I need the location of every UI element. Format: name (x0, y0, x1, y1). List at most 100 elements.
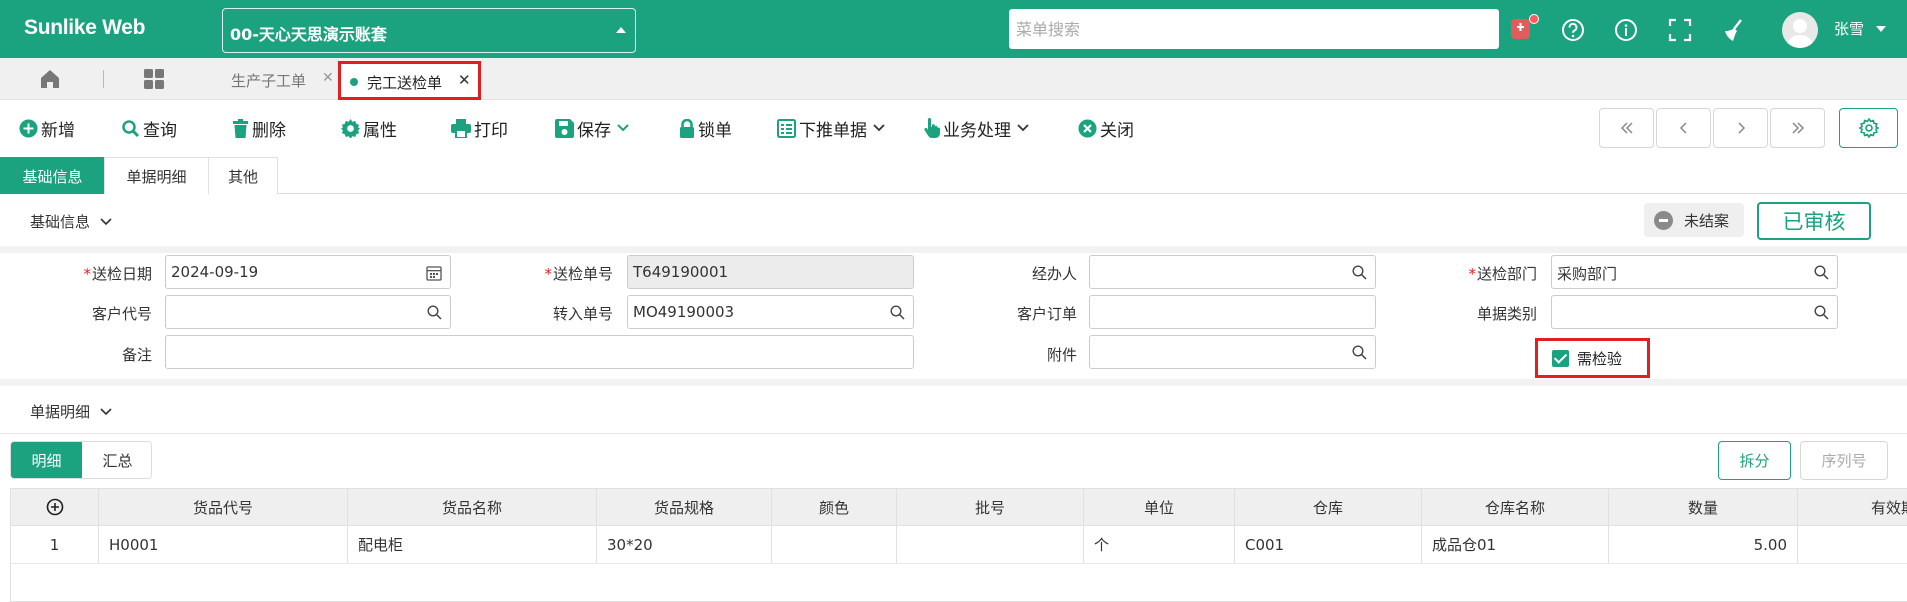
date-field[interactable]: 2024-09-19 (165, 255, 451, 289)
search-icon[interactable] (427, 305, 442, 320)
detail-grid: 货品代号 货品名称 货品规格 颜色 批号 单位 仓库 仓库名称 数量 有效期 1… (10, 488, 1907, 602)
column-header[interactable]: 颜色 (772, 489, 897, 525)
column-header[interactable]: 有效期 (1798, 489, 1907, 525)
row-number: 1 (11, 526, 99, 563)
chevron-down-icon[interactable] (617, 124, 629, 132)
search-icon[interactable] (1814, 305, 1829, 320)
column-header[interactable]: 数量 (1609, 489, 1798, 525)
note-field[interactable] (165, 335, 914, 369)
detail-header[interactable]: 单据明细 (30, 401, 112, 422)
active-dot-icon (350, 78, 358, 86)
lock-button[interactable]: 锁单 (679, 116, 732, 141)
document-type-field[interactable] (1551, 295, 1838, 329)
previous-record-button[interactable] (1656, 108, 1711, 148)
push-down-button[interactable]: 下推单据 (777, 116, 888, 141)
double-chevron-left-icon (1620, 122, 1633, 134)
search-icon[interactable] (1814, 265, 1829, 280)
plus-circle-icon[interactable] (46, 498, 64, 516)
close-icon[interactable]: ✕ (322, 70, 334, 86)
cell-warehouse-name[interactable]: 成品仓01 (1422, 526, 1609, 563)
cell-warehouse[interactable]: C001 (1235, 526, 1422, 563)
grid-header: 货品代号 货品名称 货品规格 颜色 批号 单位 仓库 仓库名称 数量 有效期 (11, 489, 1907, 526)
subtab-summary[interactable]: 汇总 (82, 442, 151, 478)
search-icon[interactable] (890, 305, 905, 320)
delete-button[interactable]: 删除 (232, 116, 286, 141)
customer-order-field[interactable] (1089, 295, 1376, 329)
status-unclosed-badge: 未结案 (1644, 203, 1744, 237)
user-name[interactable]: 张雪 (1834, 18, 1864, 39)
column-header[interactable]: 仓库 (1235, 489, 1422, 525)
account-selector[interactable]: 00-天心天思演示账套 (222, 8, 636, 53)
inspection-no-field: T649190001 (627, 255, 914, 289)
date-label: *送检日期 (83, 265, 152, 283)
chevron-right-icon (1737, 122, 1745, 134)
serial-number-button[interactable]: 序列号 (1800, 441, 1888, 480)
tab-production-suborder[interactable]: 生产子工单 (231, 70, 306, 91)
column-header[interactable]: 单位 (1084, 489, 1235, 525)
caret-down-icon[interactable] (1876, 26, 1886, 32)
search-icon[interactable] (1352, 265, 1367, 280)
column-header[interactable]: 货品代号 (99, 489, 348, 525)
query-button[interactable]: 查询 (121, 116, 177, 141)
chevron-down-icon[interactable] (1017, 124, 1029, 132)
source-no-label: 转入单号 (552, 305, 613, 323)
cell-name[interactable]: 配电柜 (348, 526, 597, 563)
settings-button[interactable] (1839, 108, 1898, 148)
cell-batch[interactable] (897, 526, 1084, 563)
double-chevron-right-icon (1791, 122, 1804, 134)
home-icon[interactable] (39, 68, 61, 90)
section-divider (0, 246, 1907, 253)
save-button[interactable]: 保存 (555, 116, 632, 141)
column-header[interactable]: 仓库名称 (1422, 489, 1609, 525)
cell-unit[interactable]: 个 (1084, 526, 1235, 563)
cell-color[interactable] (772, 526, 897, 563)
close-button[interactable]: 关闭 (1078, 116, 1134, 141)
subtab-detail[interactable]: 明细 (11, 442, 82, 478)
last-record-button[interactable] (1770, 108, 1825, 148)
tab-other[interactable]: 其他 (208, 157, 278, 194)
handler-field[interactable] (1089, 255, 1376, 289)
department-field[interactable]: 采购部门 (1551, 255, 1838, 289)
split-button[interactable]: 拆分 (1718, 441, 1791, 480)
properties-button[interactable]: 属性 (341, 116, 397, 141)
broom-icon[interactable] (1721, 17, 1747, 43)
column-header[interactable]: 批号 (897, 489, 1084, 525)
column-header[interactable]: 货品规格 (597, 489, 772, 525)
print-button[interactable]: 打印 (451, 116, 508, 141)
add-row-cell[interactable] (11, 489, 99, 525)
tab-document-details[interactable]: 单据明细 (104, 157, 209, 194)
next-record-button[interactable] (1713, 108, 1768, 148)
source-no-field[interactable]: MO49190003 (627, 295, 914, 329)
column-header[interactable]: 货品名称 (348, 489, 597, 525)
help-icon[interactable] (1560, 17, 1586, 43)
table-row[interactable]: 1 H0001 配电柜 30*20 个 C001 成品仓01 5.00 (11, 526, 1907, 564)
gear-icon (341, 118, 360, 138)
tab-divider (103, 70, 104, 88)
needs-inspection-checkbox[interactable]: 需检验 (1535, 338, 1650, 378)
business-process-button[interactable]: 业务处理 (923, 116, 1032, 141)
info-icon[interactable] (1613, 17, 1639, 43)
fullscreen-icon[interactable] (1667, 17, 1693, 43)
attachment-field[interactable] (1089, 335, 1376, 369)
printer-icon (451, 118, 471, 138)
tab-basic-info[interactable]: 基础信息 (0, 157, 105, 194)
apps-grid-icon[interactable] (143, 68, 165, 90)
cell-code[interactable]: H0001 (99, 526, 348, 563)
lock-icon (680, 118, 694, 138)
notification-icon[interactable] (1508, 14, 1539, 41)
new-button[interactable]: 新增 (19, 116, 75, 141)
inspection-no-label: *送检单号 (544, 265, 613, 283)
search-icon[interactable] (1352, 345, 1367, 360)
first-record-button[interactable] (1599, 108, 1654, 148)
cell-quantity[interactable]: 5.00 (1609, 526, 1798, 563)
close-icon[interactable]: ✕ (458, 71, 471, 89)
tab-inspection-order[interactable]: 完工送检单 ✕ (338, 61, 481, 100)
calendar-icon[interactable] (426, 265, 442, 281)
chevron-down-icon[interactable] (873, 124, 885, 132)
basic-info-header[interactable]: 基础信息 (30, 211, 112, 232)
cell-spec[interactable]: 30*20 (597, 526, 772, 563)
user-avatar[interactable] (1782, 12, 1818, 48)
menu-search-input[interactable] (1009, 9, 1499, 49)
cell-expiry[interactable] (1798, 526, 1907, 563)
customer-code-field[interactable] (165, 295, 451, 329)
